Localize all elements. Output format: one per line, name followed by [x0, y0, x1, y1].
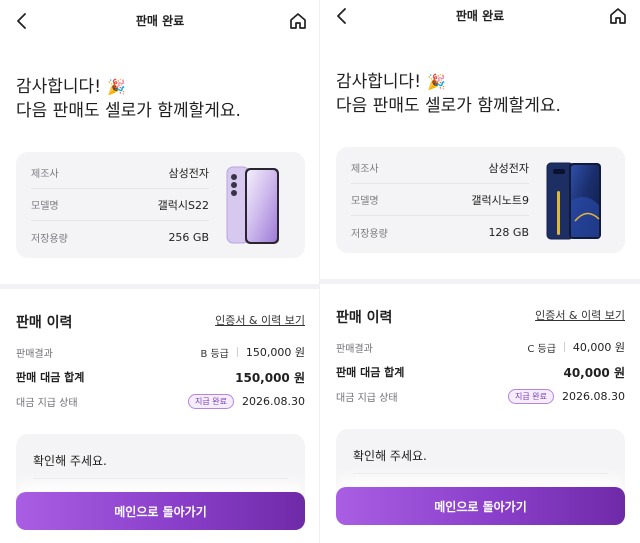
total-label: 판매 대금 합계 — [16, 371, 85, 384]
phone-image — [546, 162, 601, 240]
greeting-thanks: 감사합니다! — [16, 77, 102, 97]
sale-result-row: 판매결과 C 등급 40,000 원 — [336, 338, 625, 356]
result-price: 150,000 원 — [245, 346, 305, 359]
home-button[interactable] — [286, 9, 310, 33]
payment-status-row: 대금 지급 상태 지급 완료 2026.08.30 — [336, 387, 625, 405]
party-popper-icon: 🎉 — [107, 78, 126, 96]
history-title: 판매 이력 — [336, 310, 393, 326]
spec-value: 갤럭시노트9 — [471, 193, 529, 207]
product-card: 제조사 삼성전자 모델명 갤럭시S22 저장용량 256 GB — [16, 152, 305, 258]
screen-galaxy-note9: 판매 완료 감사합니다! 🎉 다음 판매도 셀로가 함께할게요. 제조사 삼성전자… — [320, 0, 640, 543]
page-title: 판매 완료 — [455, 9, 505, 23]
certificate-history-link[interactable]: 인증서 & 이력 보기 — [215, 312, 305, 328]
status-badge: 지급 완료 — [508, 388, 555, 404]
confirm-text: 확인해 주세요. — [353, 449, 427, 463]
status-badge: 지급 완료 — [188, 393, 235, 409]
sale-result-values: B 등급 150,000 원 — [200, 344, 305, 360]
grade-value: B 등급 — [200, 348, 229, 360]
product-card: 제조사 삼성전자 모델명 갤럭시노트9 저장용량 128 GB — [336, 147, 625, 253]
result-price: 40,000 원 — [572, 341, 625, 354]
greeting: 감사합니다! 🎉 다음 판매도 셀로가 함께할게요. — [16, 75, 241, 123]
back-to-main-button[interactable]: 메인으로 돌아가기 — [336, 487, 625, 525]
section-divider — [0, 284, 320, 289]
confirm-text: 확인해 주세요. — [33, 454, 107, 468]
home-icon — [290, 13, 306, 29]
section-divider — [320, 279, 640, 284]
greeting-thanks: 감사합니다! — [336, 72, 422, 92]
spec-row-storage: 저장용량 128 GB — [351, 216, 529, 248]
top-bar: 판매 완료 — [0, 0, 320, 40]
certificate-history-link[interactable]: 인증서 & 이력 보기 — [535, 307, 625, 323]
spec-label: 모델명 — [351, 196, 379, 207]
spec-value: 삼성전자 — [168, 166, 209, 180]
payment-status-values: 지급 완료 2026.08.30 — [508, 388, 625, 404]
payment-status-values: 지급 완료 2026.08.30 — [188, 393, 305, 409]
spec-row-storage: 저장용량 256 GB — [31, 221, 209, 253]
payment-status-label: 대금 지급 상태 — [336, 392, 398, 404]
screen-content: 판매 완료 감사합니다! 🎉 다음 판매도 셀로가 함께할게요. 제조사 삼성전자… — [320, 0, 640, 525]
screen-content: 판매 완료 감사합니다! 🎉 다음 판매도 셀로가 함께할게요. 제조사 삼성전자… — [0, 0, 320, 530]
greeting-line-1: 감사합니다! 🎉 — [16, 75, 241, 99]
total-price: 40,000 원 — [563, 365, 625, 380]
back-to-main-button[interactable]: 메인으로 돌아가기 — [16, 492, 305, 530]
payment-date: 2026.08.30 — [242, 394, 305, 408]
value-separator — [236, 347, 238, 357]
grade-value: C 등급 — [527, 343, 556, 355]
total-row: 판매 대금 합계 150,000 원 — [16, 368, 305, 386]
payment-date: 2026.08.30 — [562, 389, 625, 403]
spec-value: 삼성전자 — [488, 161, 529, 175]
spec-row-model: 모델명 갤럭시S22 — [31, 189, 209, 221]
value-separator — [563, 342, 565, 352]
greeting: 감사합니다! 🎉 다음 판매도 셀로가 함께할게요. — [336, 70, 561, 118]
sale-result-row: 판매결과 B 등급 150,000 원 — [16, 343, 305, 361]
payment-status-label: 대금 지급 상태 — [16, 397, 78, 409]
greeting-line-2: 다음 판매도 셀로가 함께할게요. — [16, 101, 241, 121]
screen-galaxy-s22: 판매 완료 감사합니다! 🎉 다음 판매도 셀로가 함께할게요. 제조사 삼성전자… — [0, 0, 320, 543]
spec-label: 저장용량 — [31, 233, 68, 245]
sale-result-values: C 등급 40,000 원 — [527, 339, 625, 355]
home-button[interactable] — [606, 4, 630, 28]
history-title: 판매 이력 — [16, 315, 73, 331]
spec-row-manufacturer: 제조사 삼성전자 — [31, 157, 209, 189]
spec-label: 저장용량 — [351, 228, 388, 240]
party-popper-icon: 🎉 — [427, 73, 446, 91]
phone-image — [226, 166, 279, 244]
payment-status-row: 대금 지급 상태 지급 완료 2026.08.30 — [16, 392, 305, 410]
total-price: 150,000 원 — [235, 370, 305, 385]
spec-value: 갤럭시S22 — [157, 198, 209, 212]
top-bar: 판매 완료 — [320, 0, 640, 35]
spec-row-model: 모델명 갤럭시노트9 — [351, 184, 529, 216]
sale-result-label: 판매결과 — [336, 343, 373, 355]
total-label: 판매 대금 합계 — [336, 366, 405, 379]
page-title: 판매 완료 — [135, 14, 185, 28]
greeting-line-2: 다음 판매도 셀로가 함께할게요. — [336, 96, 561, 116]
sale-result-label: 판매결과 — [16, 348, 53, 360]
total-row: 판매 대금 합계 40,000 원 — [336, 363, 625, 381]
home-icon — [610, 8, 626, 24]
greeting-line-1: 감사합니다! 🎉 — [336, 70, 561, 94]
spec-label: 제조사 — [31, 169, 59, 180]
spec-label: 모델명 — [31, 201, 59, 212]
spec-label: 제조사 — [351, 164, 379, 175]
spec-row-manufacturer: 제조사 삼성전자 — [351, 152, 529, 184]
confirm-divider — [33, 478, 288, 479]
spec-value: 256 GB — [168, 230, 209, 244]
spec-value: 128 GB — [488, 225, 529, 239]
confirm-divider — [353, 473, 608, 474]
